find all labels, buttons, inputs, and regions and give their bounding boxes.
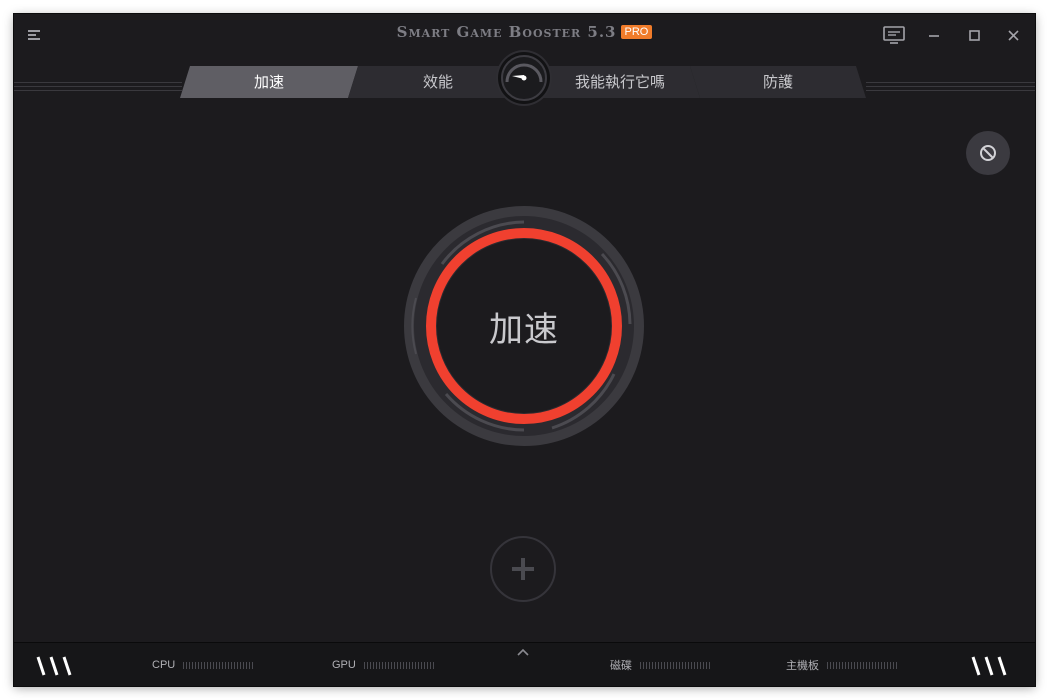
speedometer-icon <box>498 52 550 104</box>
feedback-icon[interactable] <box>881 24 907 46</box>
block-icon <box>980 145 996 161</box>
tab-bar: 加速 效能 我能執行它嗎 防護 <box>14 52 1035 104</box>
minimize-icon[interactable] <box>922 24 946 46</box>
pro-badge: PRO <box>620 25 653 39</box>
tab-boost[interactable]: 加速 <box>180 66 358 98</box>
tab-protection[interactable]: 防護 <box>690 66 866 98</box>
boost-label: 加速 <box>489 309 559 350</box>
tab-bar-right-stripes <box>866 82 1035 96</box>
tab-can-i-run-it-label: 我能執行它嗎 <box>574 73 665 91</box>
chevron-up-icon[interactable] <box>516 647 530 657</box>
cpu-meter-label: CPU <box>152 659 176 671</box>
boost-button[interactable]: 加速 <box>448 250 600 402</box>
disk-meter: 磁碟 <box>610 657 712 673</box>
disk-meter-bar <box>640 661 712 669</box>
title-bar: Smart Game Booster 5.3 PRO <box>14 14 1035 54</box>
status-bar: CPU GPU 磁碟 主機板 <box>14 642 1035 686</box>
gpu-meter: GPU <box>332 657 436 673</box>
tab-protection-label: 防護 <box>762 73 793 91</box>
motherboard-meter: 主機板 <box>786 657 899 673</box>
plus-icon <box>512 558 534 580</box>
tab-performance-label: 效能 <box>422 73 453 91</box>
maximize-icon[interactable] <box>962 24 986 46</box>
app-window: Smart Game Booster 5.3 PRO 加速 效能 我能執行它嗎 … <box>14 14 1035 686</box>
tab-boost-label: 加速 <box>253 73 284 91</box>
gpu-meter-label: GPU <box>332 659 356 671</box>
app-title-text: Smart Game Booster 5.3 <box>396 23 617 41</box>
cpu-meter: CPU <box>152 657 256 673</box>
gpu-meter-bar <box>363 661 436 669</box>
cpu-meter-bar <box>183 661 256 669</box>
decor-slashes-left <box>36 656 72 676</box>
block-button[interactable] <box>966 131 1010 175</box>
disk-meter-label: 磁碟 <box>610 660 632 672</box>
tab-bar-left-stripes <box>14 82 182 96</box>
motherboard-meter-label: 主機板 <box>786 660 819 672</box>
add-game-button[interactable] <box>490 536 556 602</box>
close-icon[interactable] <box>1001 24 1025 46</box>
motherboard-meter-bar <box>827 661 899 669</box>
decor-slashes-right <box>971 656 1007 676</box>
